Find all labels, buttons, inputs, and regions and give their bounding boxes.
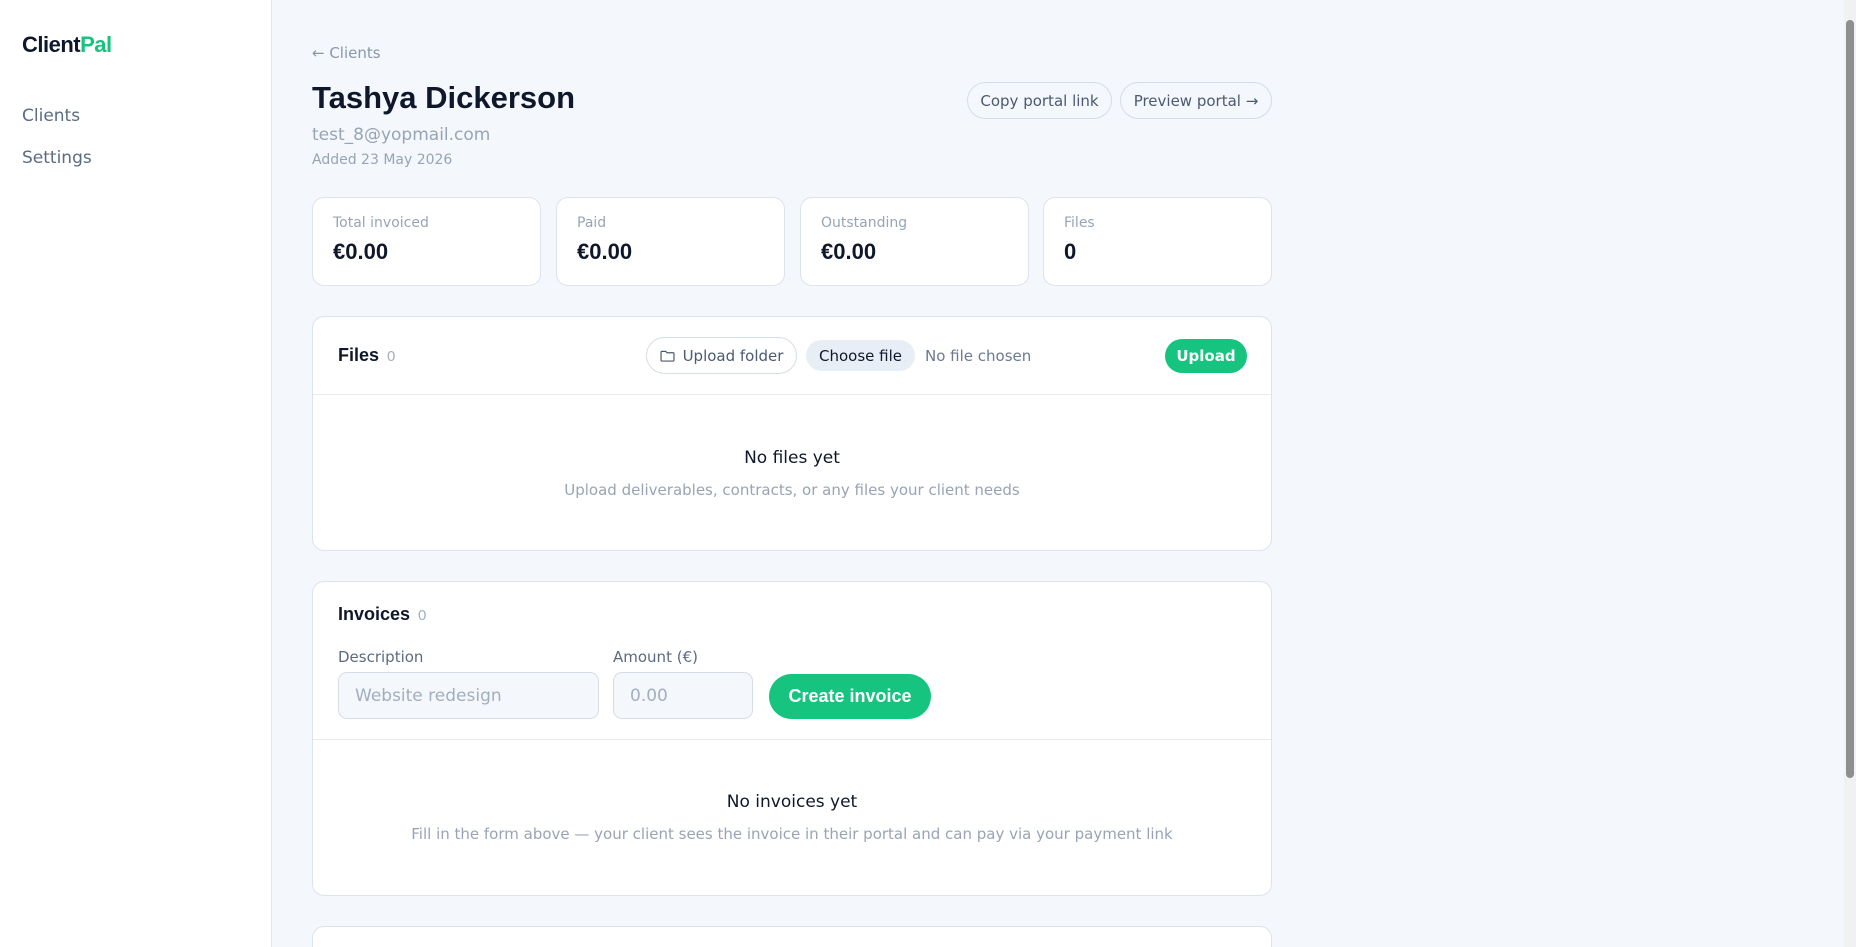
stat-label: Paid [577,215,607,231]
amount-label: Amount (€) [613,648,698,666]
copy-portal-link-button[interactable]: Copy portal link [967,82,1112,119]
client-added-date: Added 23 May 2026 [312,152,453,168]
files-count: 0 [387,348,396,365]
upload-button[interactable]: Upload [1165,339,1247,373]
stat-total-invoiced: Total invoiced €0.00 [312,197,541,286]
divider [313,394,1271,395]
stat-paid: Paid €0.00 [556,197,785,286]
stat-outstanding: Outstanding €0.00 [800,197,1029,286]
next-section-card [312,926,1272,947]
stat-files: Files 0 [1043,197,1272,286]
invoices-empty-subtitle: Fill in the form above — your client see… [411,825,1173,843]
page-title: Tashya Dickerson [312,80,576,115]
scrollbar[interactable] [1844,0,1856,947]
back-to-clients-link[interactable]: ← Clients [312,44,381,62]
description-label: Description [338,648,424,666]
invoices-card: Invoices 0 Description Amount (€) Create … [312,581,1272,896]
no-file-chosen-text: No file chosen [925,347,1032,365]
stat-value: 0 [1064,239,1077,264]
divider [313,739,1271,740]
stat-label: Outstanding [821,215,908,231]
stat-value: €0.00 [577,239,633,264]
sidebar-nav: Clients Settings [22,104,92,188]
sidebar-item-settings[interactable]: Settings [22,146,92,188]
folder-icon [660,350,675,362]
invoices-card-title: Invoices 0 [338,604,426,625]
logo-main: Client [22,32,81,57]
files-empty-subtitle: Upload deliverables, contracts, or any f… [564,481,1020,499]
amount-input[interactable] [613,672,753,719]
files-empty-title: No files yet [744,448,840,468]
stat-label: Total invoiced [333,215,429,231]
sidebar: ClientPal Clients Settings [0,0,272,947]
upload-folder-button[interactable]: Upload folder [646,337,797,374]
upload-folder-label: Upload folder [682,346,784,365]
invoices-empty-title: No invoices yet [726,792,858,812]
app-logo[interactable]: ClientPal [22,32,112,58]
sidebar-item-clients[interactable]: Clients [22,104,92,146]
stat-label: Files [1064,215,1095,231]
files-title: Files [338,345,380,365]
stat-value: €0.00 [333,239,389,264]
preview-portal-button[interactable]: Preview portal → [1120,82,1272,119]
client-email: test_8@yopmail.com [312,125,491,145]
files-card: Files 0 Upload folder Choose file No file… [312,316,1272,551]
files-card-title: Files 0 [338,345,395,366]
invoices-count: 0 [418,607,427,624]
invoices-title: Invoices [338,604,411,624]
scrollbar-thumb[interactable] [1846,20,1854,778]
logo-accent: Pal [80,32,112,57]
create-invoice-button[interactable]: Create invoice [769,674,931,719]
stat-value: €0.00 [821,239,877,264]
stats-row: Total invoiced €0.00 Paid €0.00 Outstand… [312,197,1272,286]
choose-file-button[interactable]: Choose file [806,340,915,371]
description-input[interactable] [338,672,599,719]
